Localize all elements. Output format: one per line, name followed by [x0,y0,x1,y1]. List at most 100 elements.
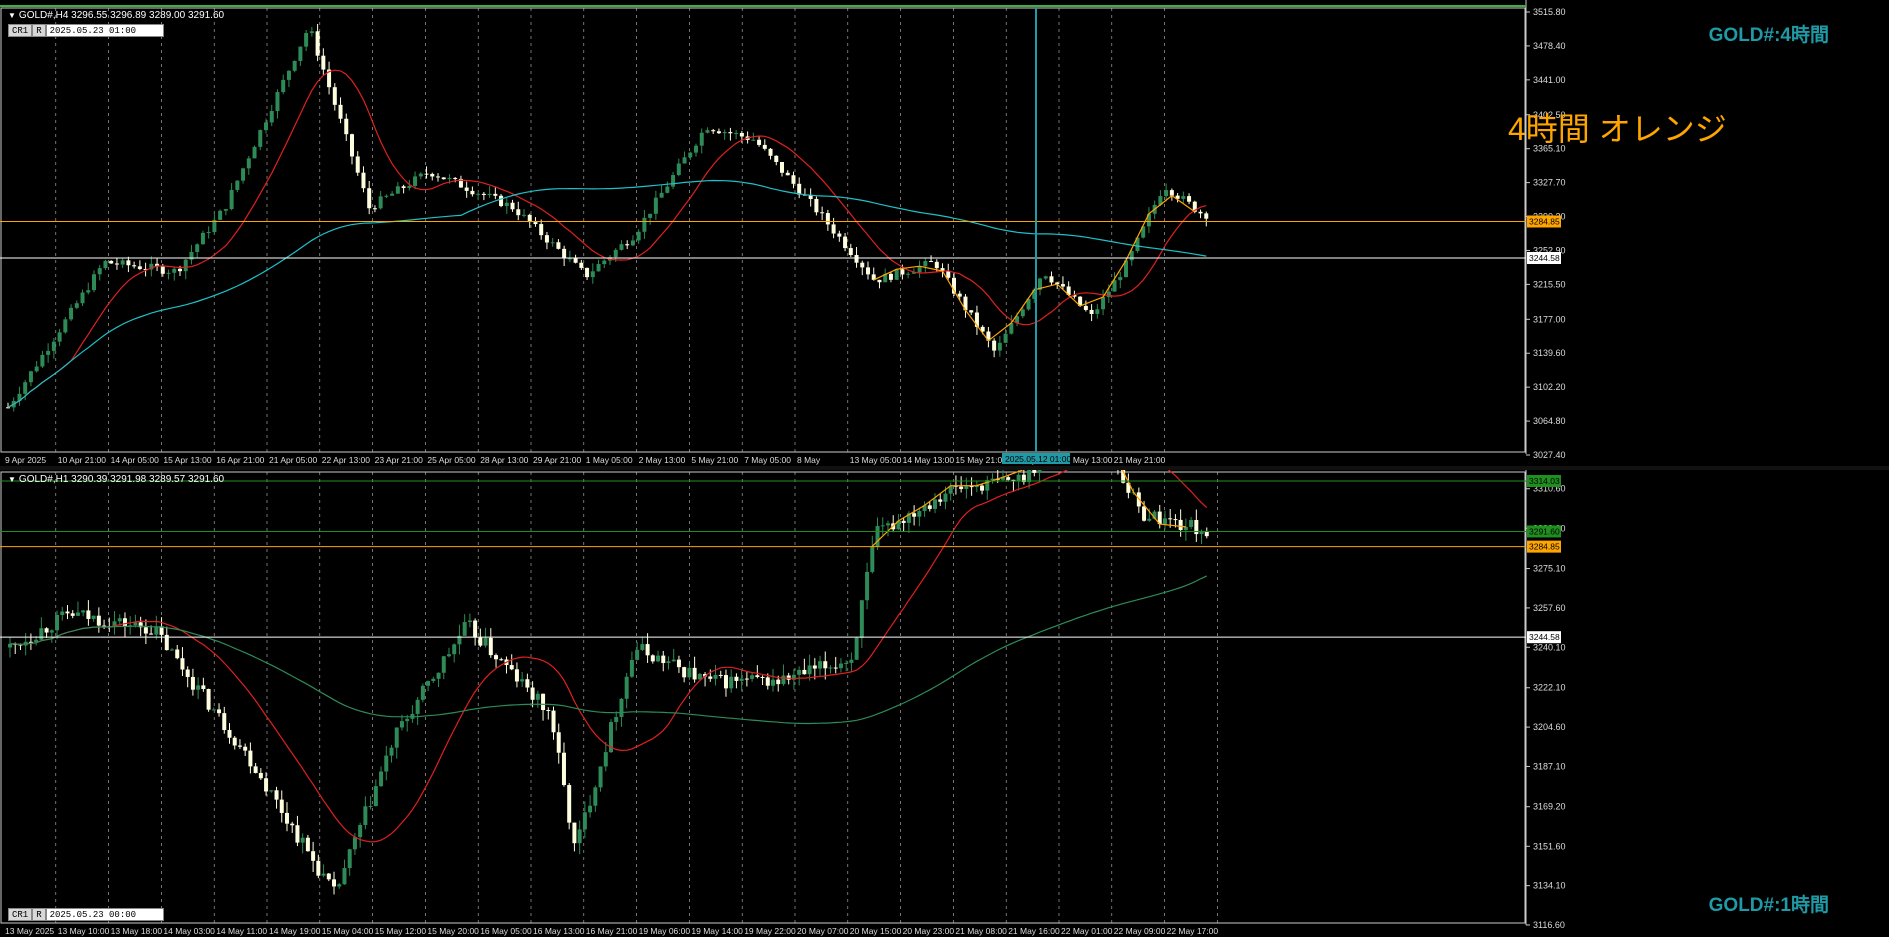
time-label: 29 Apr 21:00 [533,455,581,465]
candle-body [807,665,812,675]
candle-body [166,272,171,274]
candle-body [533,222,538,225]
candle-body [295,825,300,843]
cr1-button[interactable]: CR1 [8,908,33,921]
candle-body [441,177,446,180]
zigzag-line [873,194,1196,342]
candle-body [665,186,670,193]
candle-body [504,202,509,207]
candle-body [509,665,514,670]
candle-body [426,680,431,686]
candle-body [436,672,441,679]
candle-body [264,122,268,131]
candle-body [541,693,546,711]
candle-body [671,659,676,662]
candle-body [642,217,647,232]
candle-body [614,716,619,723]
candle-body [420,685,425,700]
candle-body [844,662,849,664]
candle-body [636,231,641,241]
h1-chart-window[interactable]: 3345.603328.003310.603293.003275.103257.… [0,470,1889,937]
price-label: 3257.60 [1533,603,1566,613]
candle-body [237,745,242,747]
candle-body [1164,190,1169,197]
h4-datetime-field[interactable]: 2025.05.23 01:00 [45,24,164,37]
candle-body [415,699,420,714]
r-button[interactable]: R [32,24,46,37]
h4-chart-canvas[interactable]: 3515.803478.403441.003402.503365.103327.… [0,0,1889,466]
candle-body [275,92,280,112]
candle-body [556,732,561,753]
candle-body [49,630,54,633]
candle-body [189,251,194,260]
h4-annotation-text[interactable]: 4時間 オレンジ [1508,104,1727,150]
h1-datetime-field[interactable]: 2025.05.23 00:00 [45,908,164,921]
candle-body [551,710,556,733]
candle-body [510,202,515,210]
candle-body [959,486,964,489]
candle-body [900,269,905,275]
h4-ohlc-text: GOLD#,H4 3296.55 3296.89 3289.00 3291.60 [18,10,225,21]
time-label: 19 May 22:00 [744,926,796,936]
time-label: 13 May 2025 [5,926,54,936]
time-label: 15 May 21:00 [955,455,1007,465]
candle-body [771,679,776,686]
candle-body [1049,276,1054,283]
candle-body [355,156,360,173]
candle-body [1003,333,1008,343]
candle-body [833,667,838,669]
time-label: 14 Apr 05:00 [111,455,159,465]
candle-body [252,146,257,159]
candle-body [499,195,504,207]
time-label: 8 May [797,455,821,465]
candle-body [418,173,423,177]
candle-body [671,175,676,187]
candle-body [114,263,119,265]
candle-body [625,244,630,246]
candle-body [1083,305,1088,310]
cr1-button[interactable]: CR1 [8,24,33,37]
h1-chart-header: ▼ GOLD#,H1 3290.39 3291.98 3289.57 3291.6… [8,474,224,485]
h1-chart-canvas[interactable]: 3345.603328.003310.603293.003275.103257.… [0,470,1889,937]
candle-body [860,262,865,268]
time-label: 22 May 09:00 [1114,926,1166,936]
candle-body [1168,518,1173,520]
h4-chart-window[interactable]: 3515.80 3478.40 3441.00 3402.50 3365.10 3327.… [0,0,1889,466]
candle-body [645,644,650,656]
candle-body [943,493,948,502]
candle-body [65,611,70,614]
candle-body [143,627,148,634]
candle-body [522,214,526,216]
candle-body [598,766,603,788]
candle-body [405,718,410,722]
candle-body [75,612,80,616]
candle-body [399,721,404,728]
candle-body [969,310,974,313]
time-label: 1 May 05:00 [586,455,633,465]
candle-body [227,730,232,738]
candle-body [630,240,635,246]
candle-body [1032,470,1037,473]
candle-body [866,267,870,275]
collapse-triangle-icon[interactable]: ▼ [8,475,16,484]
candle-body [1204,213,1209,219]
candle-body [722,132,727,134]
candle-body [361,172,366,189]
candle-body [760,676,765,678]
r-button[interactable]: R [32,908,46,921]
time-label: 25 Apr 05:00 [427,455,475,465]
candle-body [723,675,728,689]
candle-body [692,667,697,680]
collapse-triangle-icon[interactable]: ▼ [8,11,16,20]
candle-body [431,678,436,681]
candle-body [96,615,101,626]
candle-body [452,644,457,655]
time-label: 7 May 05:00 [744,455,791,465]
time-label: 20 May 07:00 [797,926,849,936]
candle-body [582,812,587,830]
candle-body [200,232,205,245]
candle-body [739,678,744,681]
candle-body [1187,196,1192,202]
time-label: 10 Apr 21:00 [58,455,106,465]
candle-body [211,709,216,711]
